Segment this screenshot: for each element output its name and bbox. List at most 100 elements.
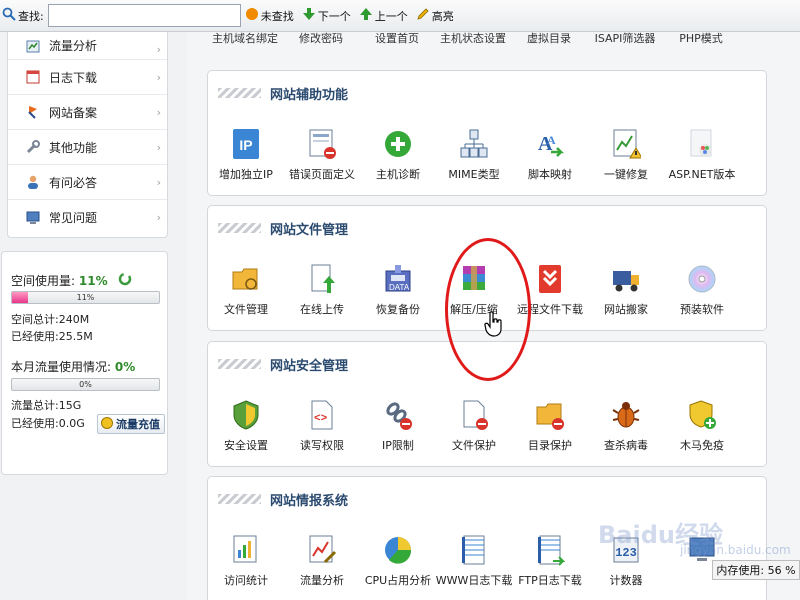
ftp-log-icon [533,533,567,567]
tile-dir-protect[interactable]: 目录保护 [512,398,588,453]
svg-text:IP: IP [239,137,252,153]
upload-icon [305,262,339,296]
panel-header: 网站辅助功能 [218,85,348,103]
user-icon [25,174,41,190]
tile-ftp-log[interactable]: FTP日志下载 [512,533,588,588]
arrow-up-icon [359,7,373,24]
tile-virus-scan[interactable]: 查杀病毒 [588,398,664,453]
tile-script-mapping[interactable]: AA 脚本映射 [512,127,588,182]
tile-rw-permission[interactable]: <> 读写权限 [284,398,360,453]
tile-file-manager[interactable]: 文件管理 [208,262,284,317]
sidebar-item-log-download[interactable]: 日志下载 › [8,60,167,95]
sidebar-item-site-filing[interactable]: 网站备案 › [8,95,167,130]
tile-label[interactable]: 主机域名绑定 [207,30,283,46]
tile-label[interactable]: ISAPI筛选器 [587,30,663,46]
tile-aspnet-version[interactable]: ASP.NET版本 [664,127,740,182]
tile-remote-download[interactable]: 远程文件下载 [512,262,588,317]
chevron-right-icon: › [156,43,161,56]
aspnet-icon [685,127,719,161]
prev-button[interactable]: 上一个 [359,7,408,24]
tile-online-upload[interactable]: 在线上传 [284,262,360,317]
stripes-decoration [218,359,261,369]
folder-icon [229,262,263,296]
tile-cpu-analysis[interactable]: CPU占用分析 [360,533,436,588]
chevron-right-icon: › [156,211,161,224]
link-icon [381,398,415,432]
www-log-icon [457,533,491,567]
truck-icon [609,262,643,296]
tile-counter[interactable]: 123 计数器 [588,533,664,588]
not-found-button[interactable]: 未查找 [245,7,294,24]
tile-error-page[interactable]: 错误页面定义 [284,127,360,182]
calendar-icon [25,69,41,85]
app-window: 查找: 未查找 下一个 上一个 高亮 流量分析 › 日志下载 › 网站备案 › … [0,0,800,600]
top-tile-row: 主机域名绑定 修改密码 设置首页 主机状态设置 虚拟目录 ISAPI筛选器 PH… [207,30,767,46]
tile-grid: 安全设置 <> 读写权限 IP限制 文件保护 目录保护 查杀病毒 木马免疫 [208,398,766,453]
tile-site-move[interactable]: 网站搬家 [588,262,664,317]
tile-add-ip[interactable]: IP 增加独立IP [208,127,284,182]
sidebar-item-other-functions[interactable]: 其他功能 › [8,130,167,165]
tile-label[interactable]: 设置首页 [359,30,435,46]
arrow-down-icon [302,7,316,24]
tile-label[interactable]: PHP模式 [663,30,739,46]
svg-text:123: 123 [615,546,637,560]
usage-panel: 空间使用量: 11% 11% 空间总计:240M 已经使用:25.5M 本月流量… [1,251,168,475]
find-toolbar: 查找: 未查找 下一个 上一个 高亮 [0,0,800,32]
sidebar-item-faq[interactable]: 常见问题 › [8,200,167,235]
chevron-right-icon: › [156,176,161,189]
tile-label[interactable]: 主机状态设置 [435,30,511,46]
monitor-icon [25,210,41,226]
mime-icon [457,127,491,161]
space-usage-label: 空间使用量: 11% [11,274,108,288]
tile-label[interactable]: 虚拟目录 [511,30,587,46]
traffic-usage-bar: 0% [11,378,160,391]
recharge-button[interactable]: 流量充值 [97,414,165,434]
find-input[interactable] [47,4,241,27]
next-button[interactable]: 下一个 [302,7,351,24]
tile-mime-type[interactable]: MIME类型 [436,127,512,182]
shield-icon [229,398,263,432]
sidebar: 流量分析 › 日志下载 › 网站备案 › 其他功能 › 有问必答 › 常见问题 … [0,32,187,600]
flag-icon [25,104,41,120]
panel-header: 网站情报系统 [218,491,348,509]
tile-zip-unzip[interactable]: 解压/压缩 [436,262,512,317]
tile-label[interactable]: 修改密码 [283,30,359,46]
memory-usage-status: 内存使用: 56 % [712,560,800,580]
stripes-decoration [218,88,261,98]
pencil-icon [416,7,430,24]
file-protect-icon [457,398,491,432]
tile-traffic-analysis[interactable]: 流量分析 [284,533,360,588]
tile-one-click-repair[interactable]: 一键修复 [588,127,664,182]
highlight-button[interactable]: 高亮 [416,7,454,24]
tile-ip-restrict[interactable]: IP限制 [360,398,436,453]
chevron-right-icon: › [156,106,161,119]
stats-icon [229,533,263,567]
chevron-right-icon: › [156,141,161,154]
sidebar-item-traffic-analysis[interactable]: 流量分析 › [8,32,167,60]
panel-intelligence: 网站情报系统 访问统计 流量分析 CPU占用分析 WWW日志下载 FTP日志下载… [207,476,767,600]
code-file-icon: <> [305,398,339,432]
tile-trojan-immune[interactable]: 木马免疫 [664,398,740,453]
refresh-icon[interactable] [118,272,132,289]
svg-text:A: A [547,133,556,147]
repair-icon [609,127,643,161]
chart-icon [25,38,41,54]
traffic-total: 流量总计:15G [11,399,82,412]
tile-www-log[interactable]: WWW日志下载 [436,533,512,588]
panel-security: 网站安全管理 安全设置 <> 读写权限 IP限制 文件保护 目录保护 查杀病毒 … [207,341,767,467]
sidebar-menu: 流量分析 › 日志下载 › 网站备案 › 其他功能 › 有问必答 › 常见问题 … [7,32,168,238]
tile-host-diagnose[interactable]: 主机诊断 [360,127,436,182]
stripes-decoration [218,223,261,233]
sidebar-item-qa[interactable]: 有问必答 › [8,165,167,200]
traffic-used: 已经使用:0.0G [11,417,85,430]
space-total: 空间总计:240M [11,313,90,326]
space-usage-bar: 11% [11,291,160,304]
tile-restore-backup[interactable]: DATA 恢复备份 [360,262,436,317]
tile-visit-stats[interactable]: 访问统计 [208,533,284,588]
stripes-decoration [218,494,261,504]
tile-preinstalled-software[interactable]: 预装软件 [664,262,740,317]
line-chart-icon [305,533,339,567]
tile-security-settings[interactable]: 安全设置 [208,398,284,453]
download-icon [533,262,567,296]
tile-file-protect[interactable]: 文件保护 [436,398,512,453]
